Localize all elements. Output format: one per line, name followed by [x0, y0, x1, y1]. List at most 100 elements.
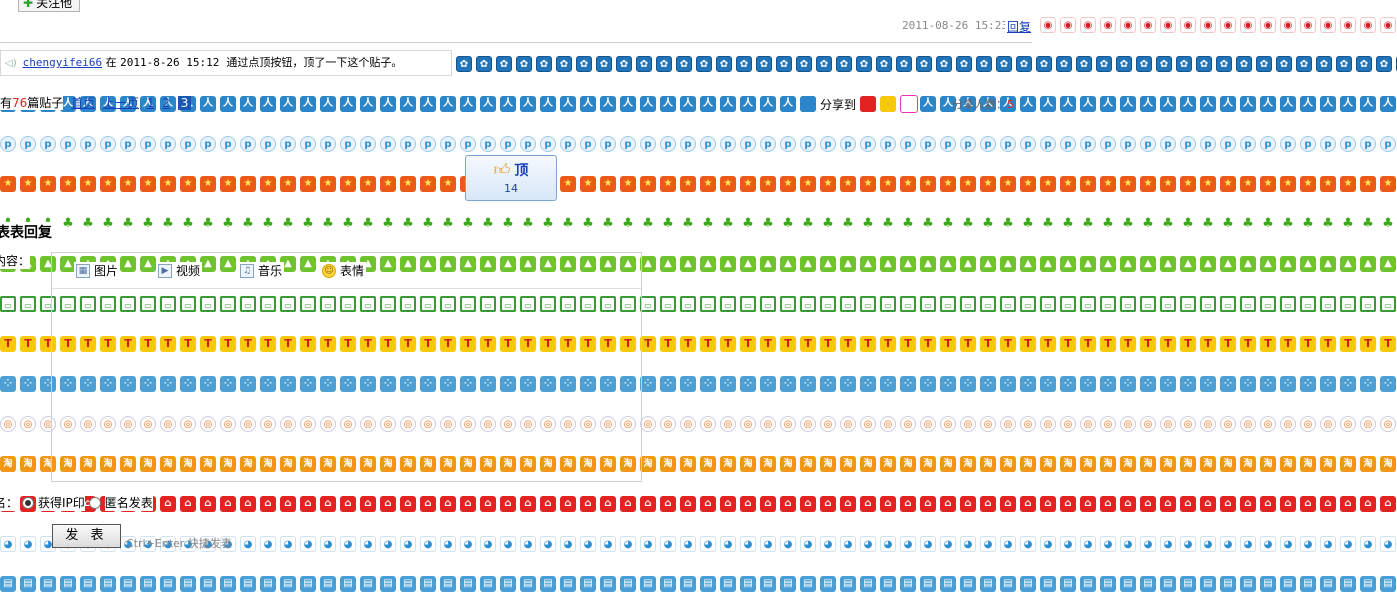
paw-icon[interactable]: ✿: [836, 56, 852, 72]
renren-icon[interactable]: 人: [1120, 96, 1136, 112]
ding-button[interactable]: 👍︎ 顶 14: [465, 155, 557, 201]
radio-public[interactable]: [22, 496, 35, 509]
paw-icon[interactable]: ✿: [996, 56, 1012, 72]
star-icon[interactable]: ★: [840, 176, 856, 192]
p-circle-icon[interactable]: p: [600, 136, 616, 152]
bubble-icon[interactable]: ◕: [300, 536, 316, 552]
dots-icon[interactable]: ⁘: [1100, 376, 1116, 392]
taobao-icon[interactable]: 淘: [820, 456, 836, 472]
star-icon[interactable]: ★: [780, 176, 796, 192]
t-icon[interactable]: T: [720, 336, 736, 352]
t-icon[interactable]: T: [900, 336, 916, 352]
bubble-icon[interactable]: ◕: [620, 536, 636, 552]
green-mountain-icon[interactable]: ▲: [840, 256, 856, 272]
box-icon[interactable]: ▤: [840, 576, 856, 592]
paw-icon[interactable]: ✿: [576, 56, 592, 72]
renren-icon[interactable]: 人: [480, 96, 496, 112]
box-icon[interactable]: ▤: [1060, 576, 1076, 592]
target-circle-icon[interactable]: ◎: [1020, 416, 1036, 432]
star-icon[interactable]: ★: [1360, 176, 1376, 192]
box-icon[interactable]: ▤: [1140, 576, 1156, 592]
weibo-icon[interactable]: ◉: [1360, 17, 1376, 33]
notice-username[interactable]: chengyifei66: [23, 56, 102, 69]
paw-icon[interactable]: ✿: [876, 56, 892, 72]
taobao-icon[interactable]: 淘: [900, 456, 916, 472]
clover-icon[interactable]: ♣: [120, 216, 136, 232]
red-house-icon[interactable]: ⌂: [700, 496, 716, 512]
box-icon[interactable]: ▤: [140, 576, 156, 592]
target-circle-icon[interactable]: ◎: [720, 416, 736, 432]
clover-icon[interactable]: ♣: [540, 216, 556, 232]
box-icon[interactable]: ▤: [820, 576, 836, 592]
star-icon[interactable]: ★: [720, 176, 736, 192]
t-icon[interactable]: T: [1200, 336, 1216, 352]
paw-icon[interactable]: ✿: [616, 56, 632, 72]
renren-icon[interactable]: 人: [1100, 96, 1116, 112]
taobao-icon[interactable]: 淘: [960, 456, 976, 472]
p-circle-icon[interactable]: p: [580, 136, 596, 152]
bubble-icon[interactable]: ◕: [360, 536, 376, 552]
taobao-icon[interactable]: 淘: [1260, 456, 1276, 472]
star-icon[interactable]: ★: [620, 176, 636, 192]
t-icon[interactable]: T: [800, 336, 816, 352]
green-mountain-icon[interactable]: ▲: [1240, 256, 1256, 272]
bubble-icon[interactable]: ◕: [1120, 536, 1136, 552]
t-icon[interactable]: T: [1260, 336, 1276, 352]
paw-icon[interactable]: ✿: [636, 56, 652, 72]
box-icon[interactable]: ▤: [600, 576, 616, 592]
bubble-icon[interactable]: ◕: [1340, 536, 1356, 552]
tray-icon[interactable]: ▭: [1360, 296, 1376, 312]
taobao-icon[interactable]: 淘: [760, 456, 776, 472]
green-mountain-icon[interactable]: ▲: [1340, 256, 1356, 272]
t-icon[interactable]: T: [680, 336, 696, 352]
dots-icon[interactable]: ⁘: [920, 376, 936, 392]
green-mountain-icon[interactable]: ▲: [760, 256, 776, 272]
green-mountain-icon[interactable]: ▲: [1220, 256, 1236, 272]
star-icon[interactable]: ★: [340, 176, 356, 192]
dots-icon[interactable]: ⁘: [680, 376, 696, 392]
red-house-icon[interactable]: ⌂: [880, 496, 896, 512]
target-circle-icon[interactable]: ◎: [1040, 416, 1056, 432]
dots-icon[interactable]: ⁘: [1200, 376, 1216, 392]
clover-icon[interactable]: ♣: [400, 216, 416, 232]
red-house-icon[interactable]: ⌂: [200, 496, 216, 512]
taobao-icon[interactable]: 淘: [1080, 456, 1096, 472]
t-icon[interactable]: T: [1220, 336, 1236, 352]
red-house-icon[interactable]: ⌂: [340, 496, 356, 512]
p-circle-icon[interactable]: p: [440, 136, 456, 152]
star-icon[interactable]: ★: [1100, 176, 1116, 192]
clover-icon[interactable]: ♣: [1380, 216, 1396, 232]
tray-icon[interactable]: ▭: [700, 296, 716, 312]
bubble-icon[interactable]: ◕: [420, 536, 436, 552]
tray-icon[interactable]: ▭: [920, 296, 936, 312]
red-house-icon[interactable]: ⌂: [820, 496, 836, 512]
target-circle-icon[interactable]: ◎: [820, 416, 836, 432]
star-icon[interactable]: ★: [140, 176, 156, 192]
p-circle-icon[interactable]: p: [700, 136, 716, 152]
p-circle-icon[interactable]: p: [1100, 136, 1116, 152]
bubble-icon[interactable]: ◕: [1100, 536, 1116, 552]
share-red-icon[interactable]: [860, 96, 877, 112]
t-icon[interactable]: T: [700, 336, 716, 352]
renren-icon[interactable]: 人: [620, 96, 636, 112]
t-icon[interactable]: T: [1040, 336, 1056, 352]
renren-icon[interactable]: 人: [680, 96, 696, 112]
target-circle-icon[interactable]: ◎: [1000, 416, 1016, 432]
box-icon[interactable]: ▤: [860, 576, 876, 592]
t-icon[interactable]: T: [1320, 336, 1336, 352]
paw-icon[interactable]: ✿: [676, 56, 692, 72]
renren-icon[interactable]: 人: [700, 96, 716, 112]
clover-icon[interactable]: ♣: [280, 216, 296, 232]
clover-icon[interactable]: ♣: [620, 216, 636, 232]
target-circle-icon[interactable]: ◎: [1360, 416, 1376, 432]
star-icon[interactable]: ★: [760, 176, 776, 192]
box-icon[interactable]: ▤: [1160, 576, 1176, 592]
taobao-icon[interactable]: 淘: [1160, 456, 1176, 472]
dots-icon[interactable]: ⁘: [1140, 376, 1156, 392]
clover-icon[interactable]: ♣: [200, 216, 216, 232]
bubble-icon[interactable]: ◕: [780, 536, 796, 552]
bubble-icon[interactable]: ◕: [460, 536, 476, 552]
paw-icon[interactable]: ✿: [516, 56, 532, 72]
weibo-icon[interactable]: ◉: [1160, 17, 1176, 33]
tray-icon[interactable]: ▭: [940, 296, 956, 312]
